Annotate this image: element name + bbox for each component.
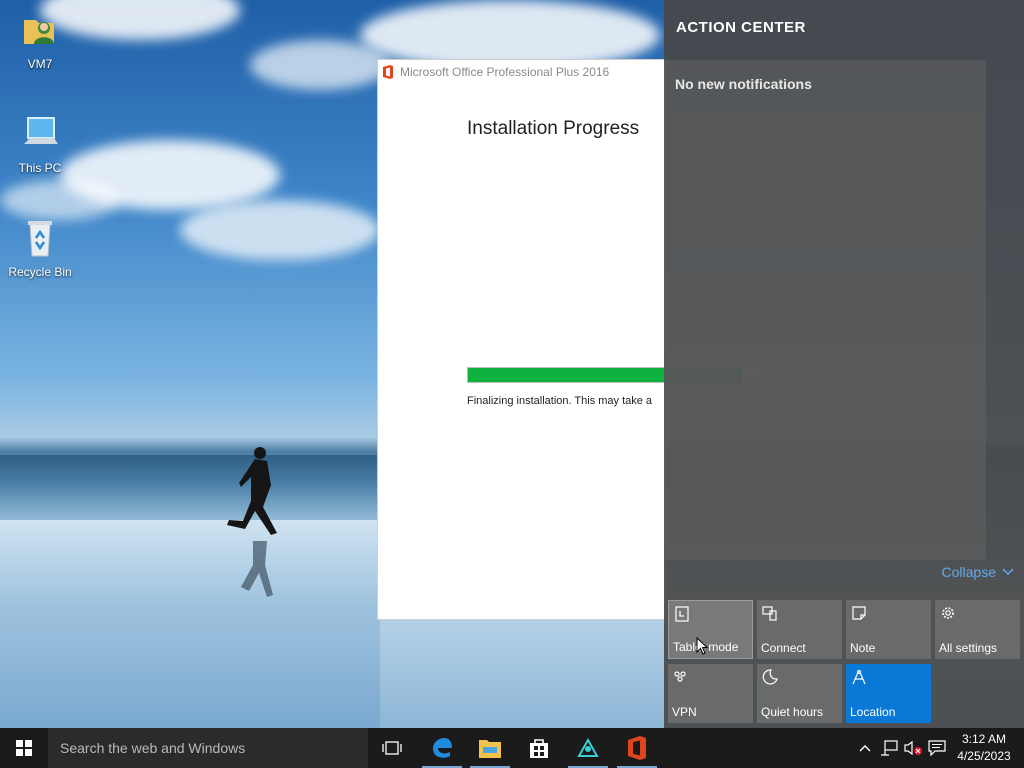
computer-icon bbox=[24, 117, 58, 144]
collapse-label: Collapse bbox=[941, 564, 996, 580]
installer-titlebar[interactable]: Microsoft Office Professional Plus 2016 bbox=[378, 60, 666, 84]
taskbar-file-explorer[interactable] bbox=[466, 728, 514, 768]
installation-status-text: Finalizing installation. This may take a bbox=[467, 395, 653, 407]
gear-icon bbox=[942, 607, 954, 619]
tile-label: All settings bbox=[939, 641, 998, 655]
recycle-bin-icon bbox=[28, 221, 52, 257]
desktop-icon-label: VM7 bbox=[27, 57, 53, 71]
edge-icon bbox=[433, 738, 452, 758]
quick-action-tablet-mode[interactable]: Tablet mode bbox=[668, 600, 753, 659]
office-icon bbox=[383, 65, 393, 79]
start-button[interactable] bbox=[0, 728, 48, 768]
chevron-down-icon bbox=[1002, 568, 1014, 576]
note-icon bbox=[852, 606, 866, 620]
quick-action-vpn[interactable]: VPN bbox=[668, 664, 753, 723]
notifications-area bbox=[664, 60, 986, 560]
search-box[interactable]: Search the web and Windows bbox=[48, 728, 368, 768]
action-center-button[interactable] bbox=[926, 728, 948, 768]
tile-label: Location bbox=[850, 705, 896, 719]
desktop-icon-label: Recycle Bin bbox=[8, 265, 72, 279]
search-placeholder: Search the web and Windows bbox=[60, 740, 246, 756]
beach bbox=[0, 520, 380, 728]
tile-label: VPN bbox=[672, 705, 697, 719]
taskbar-store[interactable] bbox=[515, 728, 563, 768]
user-folder-icon bbox=[24, 20, 54, 44]
taskbar-office[interactable] bbox=[613, 728, 661, 768]
taskbar: Search the web and Windows 3:12 AM 4/25/… bbox=[0, 728, 1024, 768]
taskbar-edge[interactable] bbox=[418, 728, 466, 768]
clock-time: 3:12 AM bbox=[961, 732, 1007, 746]
volume-muted-icon bbox=[904, 740, 922, 756]
taskbar-app[interactable] bbox=[564, 728, 612, 768]
app-icon bbox=[577, 737, 599, 757]
desktop-icon-vm7[interactable]: VM7 bbox=[2, 10, 78, 71]
moon-icon bbox=[762, 669, 778, 685]
clock-date: 4/25/2023 bbox=[957, 749, 1011, 763]
action-center-title: ACTION CENTER bbox=[676, 19, 806, 36]
volume-button[interactable] bbox=[902, 728, 924, 768]
windows-logo-icon bbox=[16, 740, 32, 756]
no-notifications-text: No new notifications bbox=[675, 76, 812, 92]
desktop-icon-label: This PC bbox=[18, 161, 62, 175]
clock[interactable]: 3:12 AM 4/25/2023 bbox=[950, 731, 1018, 765]
sea bbox=[0, 455, 380, 525]
network-button[interactable] bbox=[878, 728, 900, 768]
runner-silhouette bbox=[227, 447, 277, 597]
connect-icon bbox=[762, 606, 777, 621]
collapse-button[interactable]: Collapse bbox=[942, 564, 1014, 580]
mouse-cursor-icon bbox=[696, 637, 708, 655]
desktop-icon-recycle-bin[interactable]: Recycle Bin bbox=[2, 218, 78, 279]
tablet-mode-icon bbox=[675, 606, 689, 622]
office-icon bbox=[628, 736, 646, 760]
action-center-panel[interactable]: ACTION CENTER No new notifications Colla… bbox=[664, 0, 1024, 728]
quick-action-quiet-hours[interactable]: Quiet hours bbox=[757, 664, 842, 723]
quick-action-location[interactable]: Location bbox=[846, 664, 931, 723]
desktop-icon-this-pc[interactable]: This PC bbox=[2, 114, 78, 175]
show-hidden-icons-button[interactable] bbox=[856, 728, 874, 768]
tile-label: Note bbox=[850, 641, 876, 655]
location-icon bbox=[852, 669, 866, 685]
tile-label: Quiet hours bbox=[761, 705, 824, 719]
quick-action-note[interactable]: Note bbox=[846, 600, 931, 659]
quick-action-connect[interactable]: Connect bbox=[757, 600, 842, 659]
network-icon bbox=[881, 740, 898, 756]
office-installer-window[interactable]: Microsoft Office Professional Plus 2016 … bbox=[377, 59, 767, 620]
vpn-icon bbox=[674, 671, 686, 682]
installer-title: Microsoft Office Professional Plus 2016 bbox=[400, 65, 610, 79]
installation-heading: Installation Progress bbox=[467, 118, 640, 139]
store-icon bbox=[530, 739, 548, 758]
task-view-button[interactable] bbox=[368, 728, 416, 768]
task-view-icon bbox=[382, 741, 402, 755]
chevron-up-icon bbox=[859, 745, 871, 752]
file-explorer-icon bbox=[479, 740, 501, 758]
notification-icon bbox=[928, 740, 946, 756]
tile-label: Connect bbox=[761, 641, 806, 655]
quick-action-all-settings[interactable]: All settings bbox=[935, 600, 1020, 659]
